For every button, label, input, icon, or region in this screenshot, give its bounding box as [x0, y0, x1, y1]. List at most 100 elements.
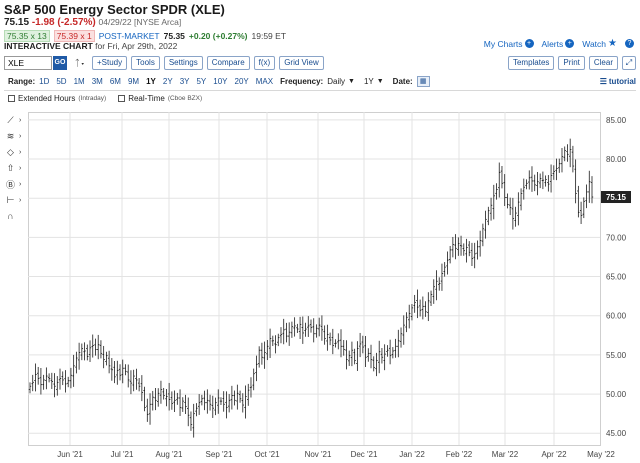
y-tick-label: 85.00	[606, 116, 627, 125]
line-tool-icon: ⟋	[7, 114, 14, 125]
post-market-label: POST-MARKET	[98, 31, 160, 41]
my-charts-link[interactable]: My Charts +	[484, 39, 534, 49]
price-line: 75.15 -1.98 (-2.57%) 04/29/22 [NYSE Arca…	[4, 17, 181, 28]
x-tick-label: Jan '22	[399, 450, 425, 459]
checkbox-icon	[8, 95, 15, 102]
go-button[interactable]: GO	[53, 56, 67, 70]
x-tick-label: Mar '22	[492, 450, 519, 459]
chevron-right-icon: ›	[19, 180, 22, 188]
shape-tool[interactable]: ◇ ›	[5, 144, 25, 160]
last-price-label: 75.15	[606, 193, 627, 202]
range-5y[interactable]: 5Y	[196, 77, 206, 86]
range-1m[interactable]: 1M	[74, 77, 85, 86]
x-tick-label: May '22	[587, 450, 615, 459]
y-tick-label: 55.00	[606, 351, 627, 360]
range-2y[interactable]: 2Y	[163, 77, 173, 86]
checkbox-icon	[118, 95, 126, 102]
plus-icon: +	[524, 39, 534, 48]
chevron-down-icon[interactable]: ▼	[377, 78, 384, 85]
page-title: S&P 500 Energy Sector SPDR (XLE)	[4, 2, 225, 17]
chevron-right-icon: ›	[19, 164, 22, 172]
compare-button[interactable]: Compare	[206, 56, 250, 70]
calendar-icon[interactable]: ▦	[416, 75, 430, 87]
extended-hours-checkbox[interactable]: Extended Hours (Intraday)	[8, 94, 106, 103]
arrow-tool-icon: ⇧	[6, 162, 15, 173]
range-max[interactable]: MAX	[256, 77, 273, 86]
magnet-tool[interactable]: ∩	[5, 208, 25, 224]
x-tick-label: Jun '21	[57, 450, 83, 459]
tutorial-label: tutorial	[608, 76, 636, 86]
magnet-icon: ∩	[7, 211, 14, 221]
arrow-tool[interactable]: ⇧ ›	[5, 160, 25, 176]
post-market-price: 75.35	[163, 31, 185, 41]
chevron-right-icon: ›	[19, 116, 22, 124]
symbol-search-icon[interactable]: ᛏ▾	[72, 56, 88, 70]
y-tick-label: 45.00	[606, 429, 627, 438]
range-1y[interactable]: 1Y	[146, 77, 156, 86]
settings-button[interactable]: Settings	[163, 56, 203, 70]
chevron-down-icon[interactable]: ▼	[348, 78, 355, 85]
range-1d[interactable]: 1D	[39, 77, 49, 86]
line-tool[interactable]: ⟋ ›	[5, 112, 25, 128]
price-chart[interactable]: 85.0080.0075.0070.0065.0060.0055.0050.00…	[28, 112, 640, 463]
real-time-label: Real-Time	[128, 94, 165, 103]
range-3y[interactable]: 3Y	[180, 77, 190, 86]
print-button[interactable]: Print	[558, 56, 585, 70]
period-select[interactable]: 1Y	[364, 77, 374, 86]
range-20y[interactable]: 20Y	[235, 77, 249, 86]
range-label: Range:	[8, 76, 36, 86]
chevron-right-icon: ›	[19, 196, 22, 204]
chart-info: INTERACTIVE CHART for Fri, Apr 29th, 202…	[4, 41, 177, 51]
post-market-change: +0.20 (+0.27%)	[188, 31, 248, 41]
annotation-tool-icon: Ⓑ	[5, 179, 15, 190]
x-tick-label: Jul '21	[111, 450, 134, 459]
symbol-input[interactable]	[4, 56, 52, 70]
tutorial-link[interactable]: ☰ tutorial	[600, 77, 636, 86]
watch-link[interactable]: Watch ★	[582, 38, 617, 49]
measure-tool-icon: ⊢	[6, 194, 15, 205]
x-tick-label: Nov '21	[305, 450, 332, 459]
measure-tool[interactable]: ⊢ ›	[5, 192, 25, 208]
date-label: Date:	[392, 76, 413, 86]
plot-area	[28, 112, 601, 446]
extended-hours-label: Extended Hours	[18, 94, 76, 103]
drawing-tools: ⟋ › ≋ › ◇ › ⇧ › Ⓑ › ⊢ › ∩	[5, 112, 25, 224]
range-9m[interactable]: 9M	[128, 77, 139, 86]
y-tick-label: 80.00	[606, 155, 627, 164]
expand-icon[interactable]: ⤢	[622, 56, 636, 70]
range-3m[interactable]: 3M	[92, 77, 103, 86]
plus-icon: +	[565, 39, 575, 48]
top-links: My Charts + Alerts + Watch ★ ?	[484, 38, 634, 49]
extended-hours-note: (Intraday)	[78, 95, 107, 102]
y-tick-label: 60.00	[606, 312, 627, 321]
fib-tool[interactable]: ≋ ›	[5, 128, 25, 144]
annotation-tool[interactable]: Ⓑ ›	[5, 176, 25, 192]
study-button[interactable]: +Study	[92, 56, 128, 70]
alerts-link[interactable]: Alerts +	[542, 39, 575, 49]
real-time-note: (Cboe BZX)	[167, 95, 203, 102]
function-button[interactable]: f(x)	[253, 56, 276, 70]
watch-label: Watch	[582, 38, 607, 49]
clear-button[interactable]: Clear	[588, 56, 618, 70]
tutorial-icon: ☰	[599, 76, 607, 86]
chevron-right-icon: ›	[19, 132, 22, 140]
chevron-right-icon: ›	[19, 148, 22, 156]
templates-button[interactable]: Templates	[507, 56, 555, 70]
price-change: -1.98 (-2.57%)	[31, 17, 96, 28]
grid-view-button[interactable]: Grid View	[279, 56, 324, 70]
last-price: 75.15	[4, 17, 30, 28]
y-tick-label: 50.00	[606, 390, 627, 399]
frequency-select[interactable]: Daily	[327, 77, 345, 86]
shape-tool-icon: ◇	[7, 146, 14, 157]
tools-button[interactable]: Tools	[131, 56, 160, 70]
help-icon[interactable]: ?	[625, 39, 634, 48]
chart-options: Extended Hours (Intraday) Real-Time (Cbo…	[8, 94, 202, 103]
real-time-checkbox[interactable]: Real-Time (Cboe BZX)	[118, 94, 202, 103]
range-6m[interactable]: 6M	[110, 77, 121, 86]
x-tick-label: Sep '21	[206, 450, 233, 459]
frequency-label: Frequency:	[280, 76, 324, 86]
range-5d[interactable]: 5D	[56, 77, 66, 86]
x-tick-label: Feb '22	[446, 450, 473, 459]
post-market-time: 19:59 ET	[251, 31, 287, 41]
range-10y[interactable]: 10Y	[213, 77, 227, 86]
